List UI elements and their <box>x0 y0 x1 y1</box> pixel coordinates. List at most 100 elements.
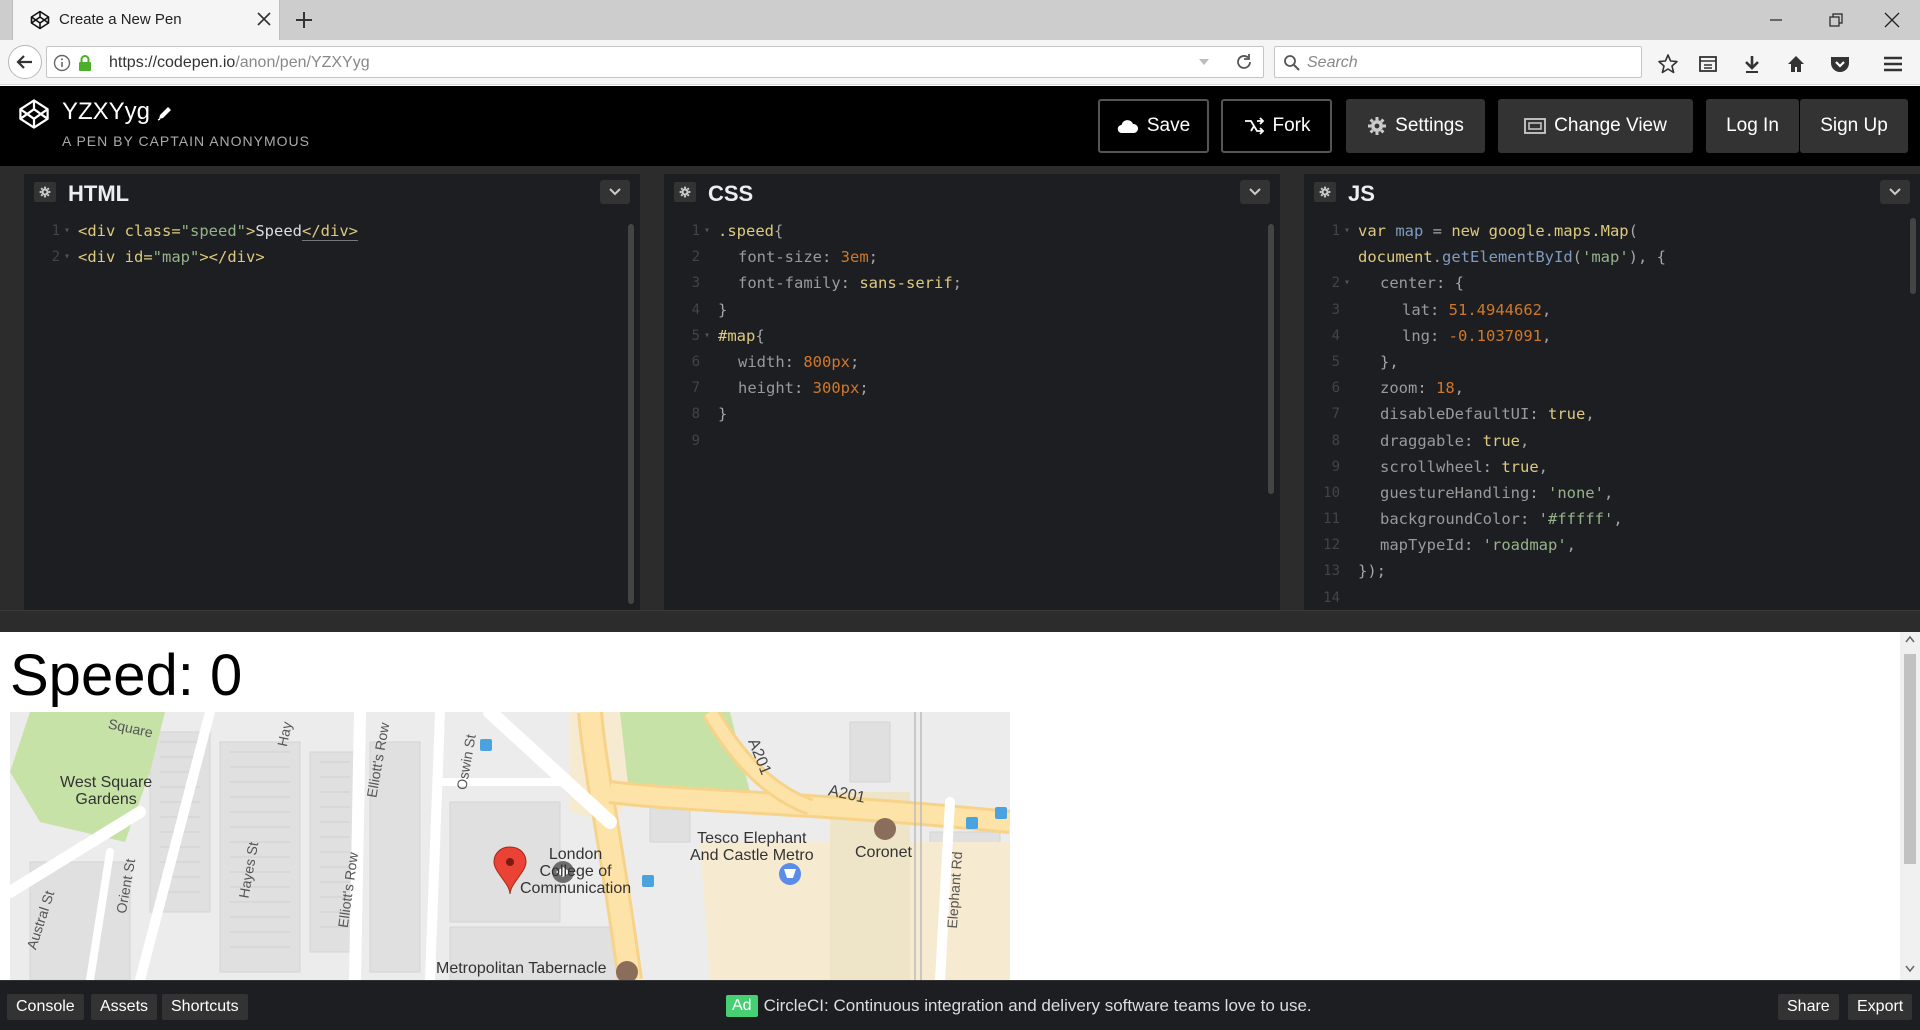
browser-nav-bar: https://codepen.io/anon/pen/YZXYyg Searc… <box>0 40 1920 85</box>
css-scrollbar[interactable] <box>1268 224 1274 494</box>
code-line: 8 draggable: true, <box>1331 431 1530 450</box>
code-line: 2 font-size: 3em; <box>691 248 879 267</box>
save-label: Save <box>1146 115 1191 136</box>
js-settings-gear-icon[interactable] <box>1314 182 1336 202</box>
result-scrollbar[interactable] <box>1900 632 1920 980</box>
bookmark-star-icon[interactable] <box>1655 52 1681 76</box>
fork-label: Fork <box>1272 115 1311 136</box>
code-line: 9 scrollwheel: true, <box>1331 457 1548 476</box>
edit-pencil-icon[interactable] <box>156 104 174 122</box>
js-chevron-down-icon[interactable] <box>1880 180 1910 204</box>
save-button[interactable]: Save <box>1098 99 1209 153</box>
code-line: 4} <box>691 300 728 319</box>
scroll-thumb[interactable] <box>1904 654 1916 864</box>
code-line: 5 ▾ #map{ <box>691 326 765 345</box>
code-line: 12 mapTypeId: 'roadmap', <box>1323 536 1577 555</box>
share-button[interactable]: Share <box>1778 994 1839 1020</box>
editor-area: HTML 1 ▾ <div class="speed">Speed</div> 2 ▾… <box>0 166 1920 610</box>
pocket-icon[interactable] <box>1827 52 1853 76</box>
html-editor-title: HTML <box>68 181 130 206</box>
reload-icon[interactable] <box>1234 52 1254 72</box>
html-scrollbar[interactable] <box>628 224 634 604</box>
code-line: 11 backgroundColor: '#fffff', <box>1323 510 1623 529</box>
scroll-down-icon <box>1905 965 1915 973</box>
browser-tab-bar: Create a New Pen <box>0 0 1920 40</box>
change-view-button[interactable]: Change View <box>1498 99 1693 153</box>
close-tab-icon[interactable] <box>253 8 275 30</box>
code-line: 13}); <box>1323 562 1386 581</box>
assets-button[interactable]: Assets <box>91 994 158 1020</box>
tabernacle-label: Metropolitan Tabernacle <box>436 960 607 977</box>
codepen-logo-icon[interactable] <box>18 98 50 130</box>
html-settings-gear-icon[interactable] <box>34 182 56 202</box>
settings-label: Settings <box>1395 115 1464 136</box>
tab-title: Create a New Pen <box>59 11 182 28</box>
pen-author: A PEN BY CAPTAIN ANONYMOUS <box>62 133 310 149</box>
css-chevron-down-icon[interactable] <box>1240 180 1270 204</box>
close-window-icon[interactable] <box>1878 6 1906 34</box>
html-chevron-down-icon[interactable] <box>600 180 630 204</box>
css-code[interactable]: 1 ▾ .speed{ 2 font-size: 3em; 3 font-family:… <box>664 218 1280 610</box>
url-text[interactable]: https://codepen.io/anon/pen/YZXYyg <box>109 54 370 72</box>
speed-readout: Speed: 0 <box>10 643 243 708</box>
login-button[interactable]: Log In <box>1706 99 1799 153</box>
settings-button[interactable]: Settings <box>1346 99 1485 153</box>
gear-icon <box>1368 117 1387 135</box>
pen-title[interactable]: YZXYyg <box>62 98 150 126</box>
ad-banner[interactable]: Ad CircleCI: Continuous integration and … <box>726 995 1312 1017</box>
css-settings-gear-icon[interactable] <box>674 182 696 202</box>
park-label: West Square Gardens <box>60 774 153 808</box>
css-editor-title: CSS <box>708 181 754 206</box>
venue-icon <box>874 818 896 840</box>
code-line: 2 ▾ center: { <box>1331 274 1464 293</box>
url-bar[interactable]: https://codepen.io/anon/pen/YZXYyg <box>46 46 1264 78</box>
code-line: document.getElementById('map'), { <box>1358 248 1666 267</box>
search-input[interactable]: Search <box>1307 54 1358 72</box>
code-line: 5}, <box>1331 352 1399 371</box>
shortcuts-button[interactable]: Shortcuts <box>162 994 248 1020</box>
coronet-label: Coronet <box>855 844 912 861</box>
browser-tab[interactable]: Create a New Pen <box>12 0 280 40</box>
js-code[interactable]: 1 ▾ var map = new google.maps.Map( documen… <box>1304 218 1920 610</box>
pane-resizer[interactable] <box>0 610 1920 632</box>
js-editor[interactable]: JS 1 ▾ var map = new google.maps.Map( docu… <box>1304 174 1920 610</box>
console-button[interactable]: Console <box>7 994 84 1020</box>
code-line: 7 height: 300px; <box>691 379 869 398</box>
download-icon[interactable] <box>1739 52 1765 76</box>
restore-icon[interactable] <box>1822 6 1850 34</box>
search-bar[interactable]: Search <box>1274 46 1642 78</box>
home-icon[interactable] <box>1783 52 1809 76</box>
map[interactable]: West Square Gardens London College of Commu… <box>10 712 1010 980</box>
code-line: 1 ▾ .speed{ <box>691 222 784 240</box>
code-line: 2 ▾ <div id="map"></div> <box>51 248 265 267</box>
css-editor[interactable]: CSS 1 ▾ .speed{ 2 font-size: 3em; 3 font-fam… <box>664 174 1280 610</box>
codepen-footer: Console Assets Shortcuts Ad CircleCI: Co… <box>0 980 1920 1030</box>
css-editor-header: CSS <box>664 174 1280 210</box>
js-editor-header: JS <box>1304 174 1920 210</box>
minimize-icon[interactable] <box>1762 6 1790 34</box>
code-line: 8} <box>691 405 728 424</box>
html-editor[interactable]: HTML 1 ▾ <div class="speed">Speed</div> 2 ▾… <box>24 174 640 610</box>
code-line: 6 zoom: 18, <box>1331 379 1465 398</box>
html-editor-header: HTML <box>24 174 640 210</box>
codepen-favicon-icon <box>30 10 50 30</box>
info-icon[interactable] <box>53 54 71 72</box>
scroll-up-icon <box>1905 635 1915 643</box>
ad-text[interactable]: CircleCI: Continuous integration and del… <box>764 996 1312 1016</box>
code-line: 14 <box>1323 589 1340 606</box>
fork-button[interactable]: Fork <box>1221 99 1332 153</box>
export-button[interactable]: Export <box>1848 994 1913 1020</box>
new-tab-icon[interactable] <box>292 8 316 32</box>
url-dropdown-icon[interactable] <box>1197 57 1211 67</box>
html-code[interactable]: 1 ▾ <div class="speed">Speed</div> 2 ▾ <div … <box>24 218 640 610</box>
signup-button[interactable]: Sign Up <box>1800 99 1908 153</box>
reading-list-icon[interactable] <box>1695 52 1721 76</box>
signup-label: Sign Up <box>1820 115 1888 136</box>
menu-icon[interactable] <box>1880 52 1906 76</box>
js-scrollbar[interactable] <box>1910 218 1916 294</box>
college-label: London College of Communication <box>520 846 632 897</box>
code-line: 4 lng: -0.1037091, <box>1331 326 1552 345</box>
code-line: 1 ▾ var map = new google.maps.Map( <box>1331 222 1638 240</box>
layout-icon <box>1524 118 1547 134</box>
back-button[interactable] <box>8 45 42 79</box>
